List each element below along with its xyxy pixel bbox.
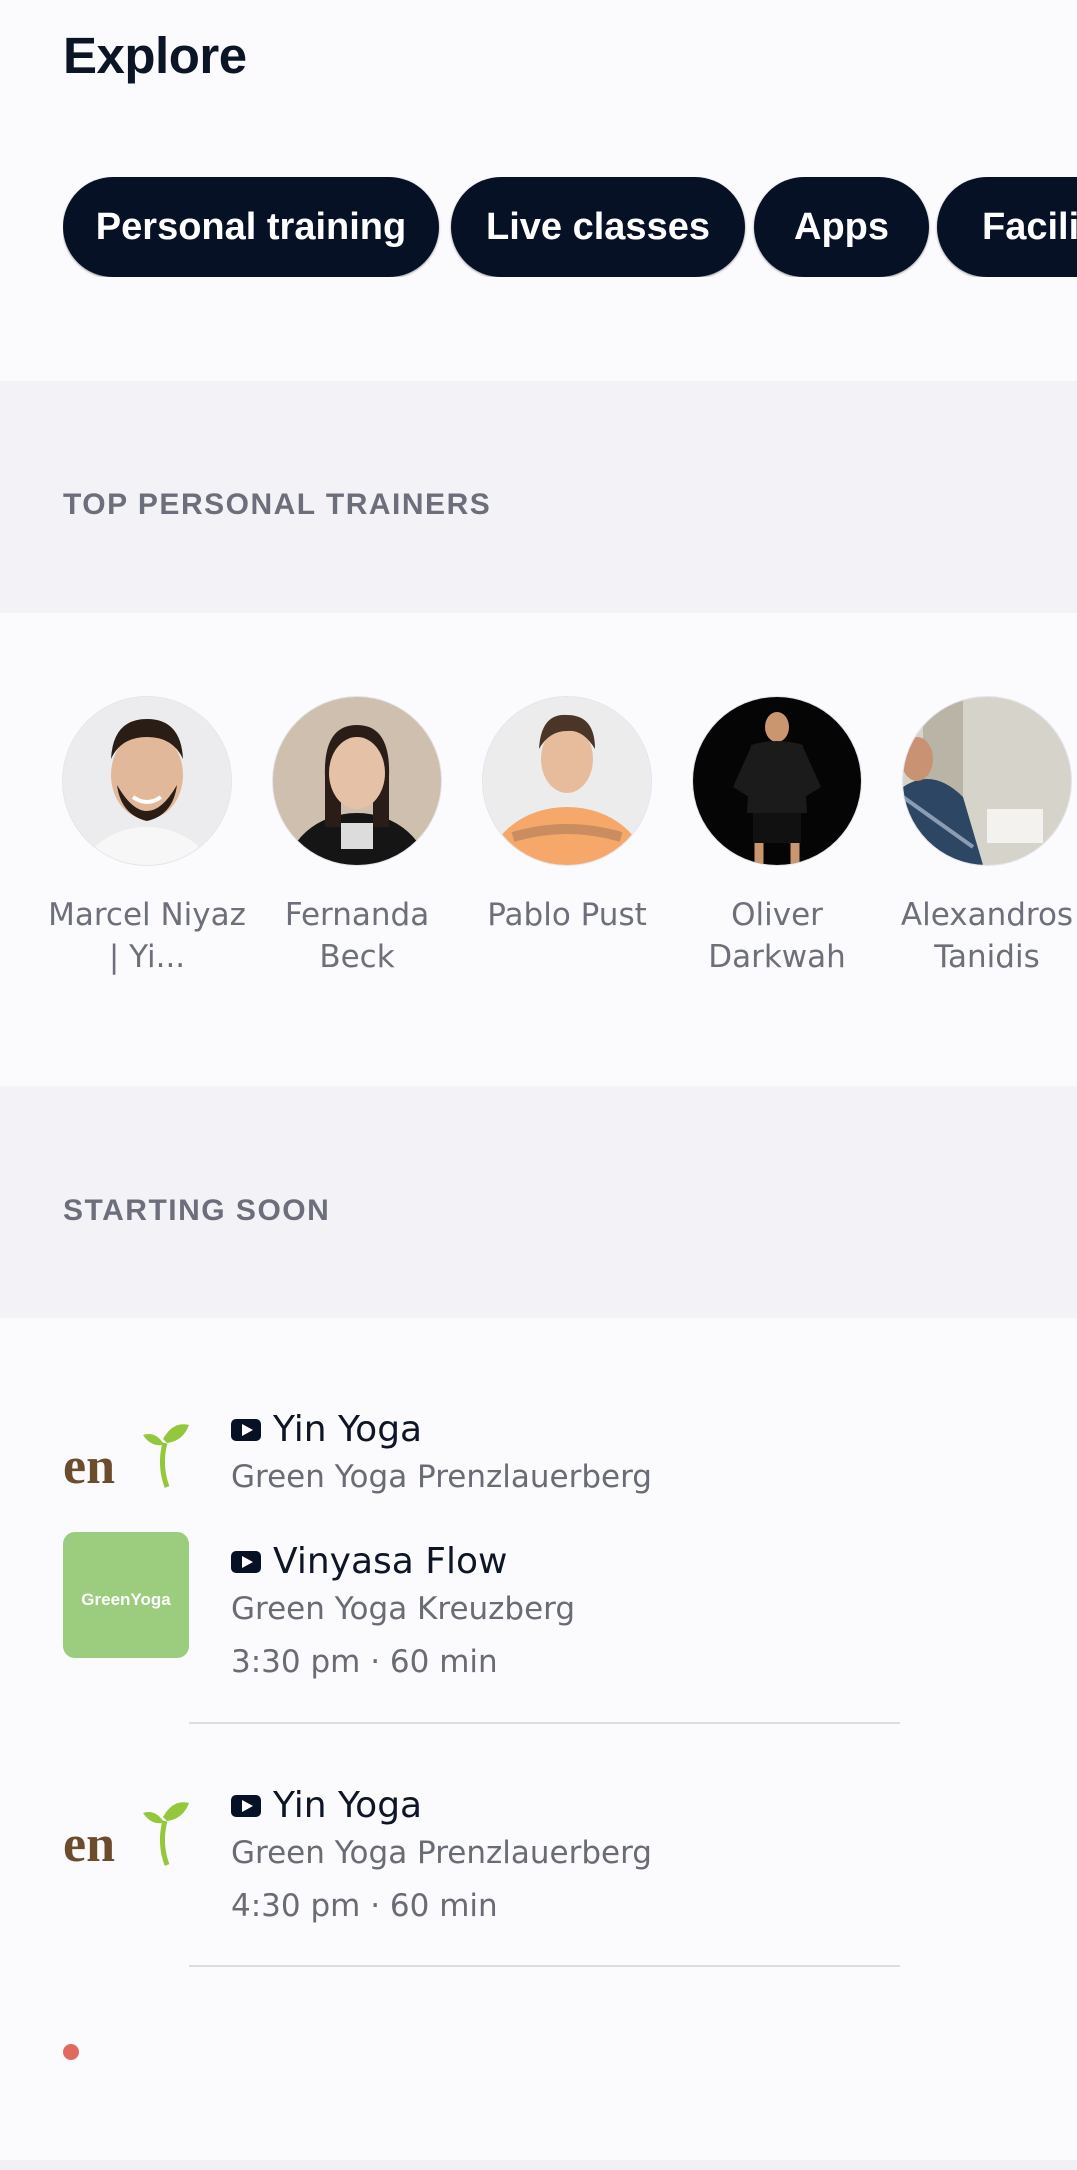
avatar <box>903 697 1071 865</box>
bottom-edge <box>0 2160 1077 2170</box>
divider <box>189 1965 900 1967</box>
chip-live-classes[interactable]: Live classes <box>451 177 745 277</box>
class-studio: Green Yoga Prenzlauerberg <box>231 1835 652 1871</box>
class-time: 4:30 pm · 60 min <box>231 1888 498 1924</box>
trainer-card[interactable]: Pablo Pust <box>462 697 672 936</box>
class-info: Yin Yoga Green Yoga Prenzlauerberg <box>231 1405 652 1501</box>
class-info: Vinyasa Flow Green Yoga Kreuzberg 3:30 p… <box>231 1537 575 1686</box>
page-title: Explore <box>63 27 247 84</box>
avatar <box>273 697 441 865</box>
section-title-starting-soon: STARTING SOON <box>63 1194 331 1227</box>
avatar <box>63 697 231 865</box>
avatar <box>483 697 651 865</box>
video-play-icon <box>231 1795 261 1817</box>
trainer-name: Marcel Niyaz | Yi... <box>48 897 246 975</box>
live-indicator-dot <box>63 2044 79 2060</box>
video-play-icon <box>231 1419 261 1441</box>
trainer-card[interactable]: Oliver Darkwah <box>672 697 882 978</box>
avatar <box>693 697 861 865</box>
class-studio: Green Yoga Prenzlauerberg <box>231 1459 652 1495</box>
studio-logo-text: en <box>63 1438 115 1491</box>
class-title: Yin Yoga <box>273 1784 423 1826</box>
class-studio: Green Yoga Kreuzberg <box>231 1591 576 1627</box>
class-title: Yin Yoga <box>273 1408 423 1450</box>
trainer-name: Oliver Darkwah <box>708 897 846 975</box>
trainer-name: Pablo Pust <box>487 897 647 933</box>
chip-facilities[interactable]: Facilit <box>937 177 1077 277</box>
studio-logo-text: GreenYoga <box>81 1590 171 1609</box>
studio-logo-text: en <box>63 1816 115 1869</box>
chip-personal-training[interactable]: Personal training <box>63 177 439 277</box>
trainer-card[interactable]: Marcel Niyaz | Yi... <box>42 697 252 978</box>
trainers-section-header: TOP PERSONAL TRAINERS <box>0 381 1077 613</box>
chip-apps[interactable]: Apps <box>754 177 929 277</box>
class-time: 3:30 pm · 60 min <box>231 1644 498 1680</box>
section-title-trainers: TOP PERSONAL TRAINERS <box>63 488 492 521</box>
trainer-card[interactable]: Fernanda Beck <box>252 697 462 978</box>
divider <box>189 1722 900 1724</box>
studio-logo: en <box>63 1421 189 1491</box>
trainer-name: Fernanda Beck <box>284 897 430 975</box>
video-play-icon <box>231 1551 261 1573</box>
studio-logo: GreenYoga <box>63 1532 189 1658</box>
studio-logo: en <box>63 1799 189 1869</box>
starting-soon-section-header: STARTING SOON <box>0 1086 1077 1318</box>
trainer-name: Alexandros Tanidis <box>900 897 1074 975</box>
category-chips: Personal training Live classes Apps Faci… <box>63 177 1077 277</box>
trainer-card[interactable]: Alexandros Tanidis <box>882 697 1077 978</box>
class-title: Vinyasa Flow <box>273 1540 508 1582</box>
class-info: Yin Yoga Green Yoga Prenzlauerberg 4:30 … <box>231 1781 652 1930</box>
